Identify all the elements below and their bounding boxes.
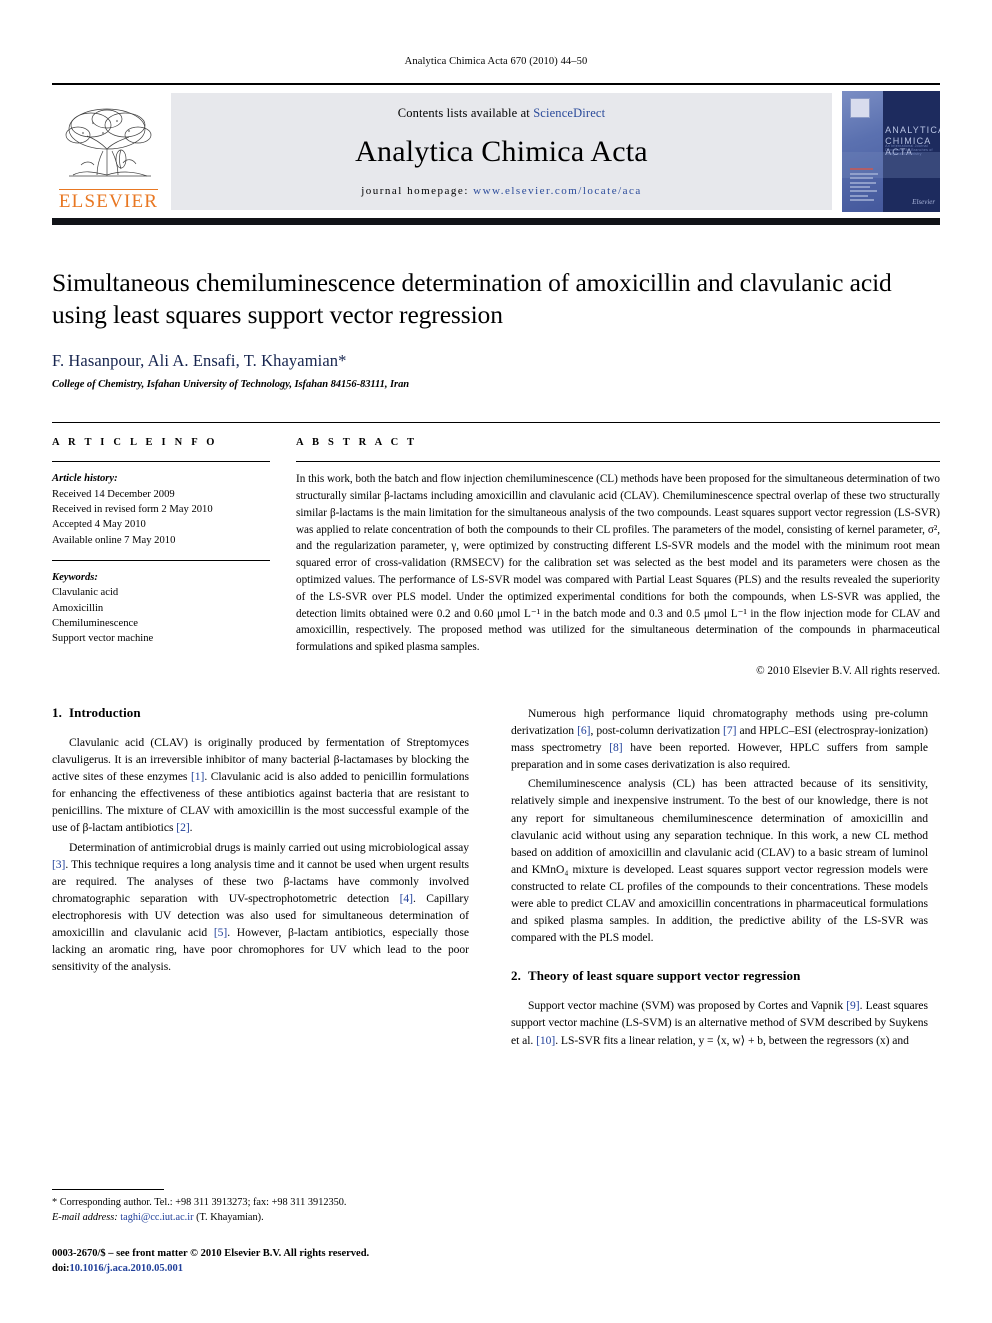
imprint-line: 0003-2670/$ – see front matter © 2010 El…: [52, 1248, 370, 1260]
corresponding-author-marker: *: [338, 351, 347, 371]
history-item: Accepted 4 May 2010: [52, 519, 146, 531]
info-abstract-region: A R T I C L E I N F O Article history: R…: [52, 422, 940, 677]
article-history-label: Article history:: [52, 473, 118, 485]
sciencedirect-link[interactable]: ScienceDirect: [533, 106, 605, 120]
journal-title: Analytica Chimica Acta: [355, 135, 648, 168]
article-first-page: Analytica Chimica Acta 670 (2010) 44–50: [0, 0, 992, 1323]
running-head: Analytica Chimica Acta 670 (2010) 44–50: [404, 56, 588, 67]
elsevier-logo: ELSEVIER: [52, 85, 165, 218]
contents-available-line: Contents lists available at ScienceDirec…: [398, 106, 606, 121]
elsevier-wordmark: ELSEVIER: [58, 189, 159, 213]
abstract-text: In this work, both the batch and flow in…: [296, 473, 940, 654]
paragraph: Support vector machine (SVM) was propose…: [511, 999, 928, 1047]
cover-subtitle: An International Journal Devoted to All …: [885, 144, 933, 157]
paragraph: Numerous high performance liquid chromat…: [511, 707, 928, 772]
email-note: E-mail address: taghi@cc.iut.ac.ir (T. K…: [52, 1211, 469, 1225]
journal-homepage-line: journal homepage: www.elsevier.com/locat…: [361, 185, 642, 197]
journal-cover-thumbnail[interactable]: ANALYTICA CHIMICA ACTA An International …: [842, 91, 940, 212]
email-owner: (T. Khayamian).: [193, 1211, 264, 1223]
doi-label: doi:: [52, 1263, 70, 1275]
article-info-label: A R T I C L E I N F O: [52, 437, 218, 449]
history-item: Available online 7 May 2010: [52, 534, 176, 546]
keyword-item: Clavulanic acid: [52, 587, 119, 599]
section-heading-theory: 2. Theory of least square support vector …: [511, 968, 928, 984]
paragraph: Chemiluminescence analysis (CL) has been…: [511, 777, 928, 945]
footnote-rule: [52, 1189, 164, 1191]
abstract-column: A B S T R A C T In this work, both the b…: [296, 423, 940, 677]
section-number: 2.: [511, 968, 521, 984]
title-block: Simultaneous chemiluminescence determina…: [52, 267, 940, 390]
footnote-region: * Corresponding author. Tel.: +98 311 39…: [52, 1189, 469, 1277]
paragraph: Determination of antimicrobial drugs is …: [52, 840, 469, 974]
keywords-label: Keywords:: [52, 572, 98, 584]
imprint-block: 0003-2670/$ – see front matter © 2010 El…: [52, 1247, 469, 1277]
contents-prefix: Contents lists available at: [397, 106, 534, 120]
email-link[interactable]: taghi@cc.iut.ac.ir: [120, 1212, 193, 1223]
cover-title-line1: ANALYTICA: [885, 124, 940, 135]
keyword-item: Amoxicillin: [52, 602, 104, 614]
history-item: Received in revised form 2 May 2010: [52, 503, 213, 515]
article-info-column: A R T I C L E I N F O Article history: R…: [52, 423, 270, 677]
masthead-bottom-rule: [52, 218, 940, 225]
email-label: E-mail address:: [52, 1211, 121, 1223]
keywords-group: Keywords: Clavulanic acid Amoxicillin Ch…: [52, 570, 270, 647]
author-list: F. Hasanpour, Ali A. Ensafi, T. Khayamia…: [52, 351, 940, 371]
elsevier-tree-icon: [63, 103, 155, 187]
section-number: 1.: [52, 705, 62, 721]
abstract-rule: [296, 461, 940, 463]
abstract-copyright: © 2010 Elsevier B.V. All rights reserved…: [756, 665, 940, 678]
affiliation: College of Chemistry, Isfahan University…: [52, 379, 410, 391]
journal-band: Contents lists available at ScienceDirec…: [171, 93, 832, 210]
body-column-left: 1. Introduction Clavulanic acid (CLAV) is…: [52, 705, 469, 1051]
author-names: F. Hasanpour, Ali A. Ensafi, T. Khayamia…: [52, 351, 339, 371]
paragraph: Clavulanic acid (CLAV) is originally pro…: [52, 736, 469, 835]
history-item: Received 14 December 2009: [52, 488, 175, 500]
article-history-group: Article history: Received 14 December 20…: [52, 471, 270, 548]
abstract-label: A B S T R A C T: [296, 437, 418, 449]
section-title: Introduction: [68, 705, 141, 721]
cover-artwork: ANALYTICA CHIMICA ACTA An International …: [842, 91, 940, 212]
section-title: Theory of least square support vector re…: [527, 968, 801, 984]
body-column-right: Numerous high performance liquid chromat…: [511, 705, 928, 1051]
doi-link[interactable]: 10.1016/j.aca.2010.05.001: [70, 1263, 183, 1274]
doi-line: doi:10.1016/j.aca.2010.05.001: [52, 1262, 469, 1277]
cover-publisher-mark: [849, 98, 870, 119]
body-columns: 1. Introduction Clavulanic acid (CLAV) is…: [52, 705, 940, 1051]
cover-meta-lines: [849, 168, 883, 202]
corresponding-author-note: * Corresponding author. Tel.: +98 311 39…: [52, 1197, 347, 1209]
page-title: Simultaneous chemiluminescence determina…: [52, 268, 892, 330]
homepage-url-link[interactable]: www.elsevier.com/locate/aca: [473, 185, 642, 197]
keywords-rule: [52, 560, 270, 562]
cover-brand-text: Elsevier: [912, 197, 936, 206]
keyword-item: Support vector machine: [52, 633, 154, 645]
section-heading-introduction: 1. Introduction: [52, 705, 469, 721]
journal-masthead: ELSEVIER Contents lists available at Sci…: [52, 83, 940, 218]
homepage-prefix: journal homepage:: [361, 185, 474, 197]
keyword-item: Chemiluminescence: [52, 618, 138, 630]
article-info-rule: [52, 461, 270, 463]
